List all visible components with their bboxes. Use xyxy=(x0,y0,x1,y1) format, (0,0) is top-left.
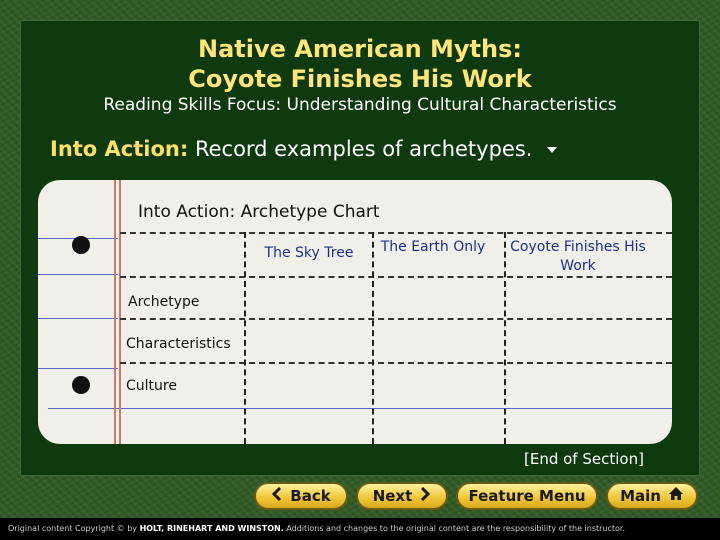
grid-line xyxy=(120,318,672,320)
margin-line xyxy=(114,180,116,444)
column-header-coyote: Coyote Finishes His Work xyxy=(510,239,646,274)
ruled-line xyxy=(38,368,118,369)
row-header-archetype: Archetype xyxy=(128,294,200,310)
grid-line xyxy=(120,362,672,364)
grid-line xyxy=(120,276,672,278)
chevron-left-icon xyxy=(271,484,283,508)
into-action-lead: Into Action: xyxy=(50,137,189,161)
binder-hole xyxy=(72,236,90,254)
row-header-culture: Culture xyxy=(126,378,177,394)
margin-line xyxy=(119,180,121,444)
binder-hole xyxy=(72,376,90,394)
slide-subtitle: Reading Skills Focus: Understanding Cult… xyxy=(103,95,617,115)
copyright-footer: Original content Copyright © by HOLT, RI… xyxy=(0,518,720,540)
grid-line xyxy=(504,232,506,444)
ruled-line xyxy=(38,274,118,275)
column-header-earth-only: The Earth Only xyxy=(380,239,486,255)
end-of-section-link[interactable]: [End of Section] xyxy=(524,450,644,468)
grid-line xyxy=(244,232,246,444)
next-label: Next xyxy=(372,487,413,505)
main-button[interactable]: Main xyxy=(606,482,698,510)
feature-menu-label: Feature Menu xyxy=(468,487,586,505)
footer-brand: HOLT, RINEHART AND WINSTON. xyxy=(139,524,284,533)
next-button[interactable]: Next xyxy=(356,482,448,510)
feature-menu-button[interactable]: Feature Menu xyxy=(456,482,598,510)
footer-suffix: Additions and changes to the original co… xyxy=(286,524,626,533)
slide-title: Native American Myths: Coyote Finishes H… xyxy=(0,34,720,94)
grid-line xyxy=(372,232,374,444)
grid-line xyxy=(120,232,672,234)
home-icon xyxy=(668,484,684,508)
ruled-line xyxy=(38,318,118,319)
column-header-sky-tree: The Sky Tree xyxy=(264,245,354,261)
back-button[interactable]: Back xyxy=(254,482,348,510)
chart-title: Into Action: Archetype Chart xyxy=(138,202,380,222)
into-action-text: Record examples of archetypes. xyxy=(194,137,533,161)
chevron-right-icon xyxy=(419,484,431,508)
archetype-chart-paper: Into Action: Archetype Chart The Sky Tre… xyxy=(38,180,672,444)
ruled-line xyxy=(48,408,672,409)
row-header-characteristics: Characteristics xyxy=(126,336,231,352)
into-action-line[interactable]: Into Action: Record examples of archetyp… xyxy=(50,137,558,161)
title-line-1: Native American Myths: xyxy=(197,35,522,63)
back-label: Back xyxy=(290,487,331,505)
footer-prefix: Original content Copyright © by xyxy=(8,524,138,533)
main-label: Main xyxy=(620,487,661,505)
dropdown-caret-icon[interactable] xyxy=(547,147,558,153)
title-line-2: Coyote Finishes His Work xyxy=(188,65,532,93)
